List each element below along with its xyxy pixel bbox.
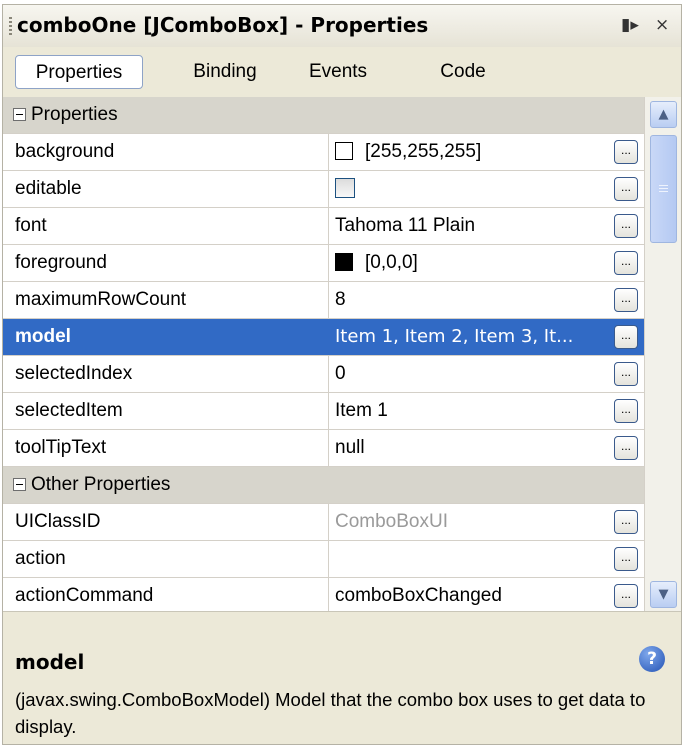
close-icon[interactable]: × (655, 15, 669, 35)
color-swatch-icon (335, 253, 353, 271)
property-value[interactable]: Item 1 (335, 393, 611, 429)
property-row-editable[interactable]: editable ... (3, 171, 644, 208)
description-panel: model ? (javax.swing.ComboBoxModel) Mode… (3, 611, 681, 744)
ellipsis-button[interactable]: ... (614, 584, 638, 608)
property-row-background[interactable]: background [255,255,255] ... (3, 134, 644, 171)
column-divider (328, 356, 329, 392)
ellipsis-button[interactable]: ... (614, 325, 638, 349)
tab-bar: Properties Binding Events Code (3, 47, 681, 98)
property-name: foreground (15, 252, 107, 273)
title-bar: comboOne [JComboBox] - Properties ▮▸ × (3, 5, 681, 48)
property-name: model (15, 326, 71, 347)
property-name: font (15, 215, 47, 236)
color-swatch-icon (335, 142, 353, 160)
property-value[interactable]: Tahoma 11 Plain (335, 208, 611, 244)
ellipsis-button[interactable]: ... (614, 436, 638, 460)
collapse-icon[interactable] (13, 478, 26, 491)
property-name: actionCommand (15, 585, 154, 606)
property-name: maximumRowCount (15, 289, 187, 310)
tab-properties[interactable]: Properties (15, 55, 143, 89)
column-divider (328, 134, 329, 170)
description-text: (javax.swing.ComboBoxModel) Model that t… (15, 689, 646, 737)
property-row-font[interactable]: font Tahoma 11 Plain ... (3, 208, 644, 245)
property-row-selectedindex[interactable]: selectedIndex 0 ... (3, 356, 644, 393)
property-name: toolTipText (15, 437, 107, 458)
ellipsis-button[interactable]: ... (614, 177, 638, 201)
column-divider (328, 171, 329, 207)
tab-code[interactable]: Code (423, 55, 503, 89)
column-divider (328, 430, 329, 466)
category-properties[interactable]: Properties (3, 97, 644, 134)
column-divider (328, 541, 329, 577)
property-name: selectedItem (15, 400, 123, 421)
category-label: Properties (31, 104, 118, 125)
ellipsis-button[interactable]: ... (614, 251, 638, 275)
category-other-properties[interactable]: Other Properties (3, 467, 644, 504)
properties-window: comboOne [JComboBox] - Properties ▮▸ × P… (2, 4, 682, 745)
property-row-tooltiptext[interactable]: toolTipText null ... (3, 430, 644, 467)
column-divider (328, 393, 329, 429)
vertical-scrollbar[interactable]: ▲ ▼ (644, 97, 681, 611)
column-divider (328, 578, 329, 611)
editable-checkbox[interactable] (335, 178, 355, 198)
column-divider (328, 319, 329, 355)
scroll-up-arrow-icon[interactable]: ▲ (650, 101, 677, 128)
property-name: action (15, 548, 66, 569)
property-row-maximumrowcount[interactable]: maximumRowCount 8 ... (3, 282, 644, 319)
property-value[interactable]: Item 1, Item 2, Item 3, It... (335, 319, 611, 355)
column-divider (328, 282, 329, 318)
help-icon[interactable]: ? (639, 646, 665, 672)
property-value[interactable]: null (335, 430, 611, 466)
column-divider (328, 504, 329, 540)
property-value[interactable]: 8 (335, 282, 611, 318)
collapse-icon[interactable] (13, 108, 26, 121)
window-title: comboOne [JComboBox] - Properties (17, 13, 429, 37)
ellipsis-button[interactable]: ... (614, 510, 638, 534)
tab-binding[interactable]: Binding (171, 55, 279, 89)
description-title: model (15, 650, 85, 674)
color-value: [255,255,255] (365, 141, 482, 162)
column-divider (328, 245, 329, 281)
scroll-down-arrow-icon[interactable]: ▼ (650, 581, 677, 608)
ellipsis-button[interactable]: ... (614, 547, 638, 571)
property-value[interactable]: [0,0,0] (335, 245, 611, 281)
property-name: editable (15, 178, 82, 199)
ellipsis-button[interactable]: ... (614, 288, 638, 312)
property-value[interactable]: comboBoxChanged (335, 578, 611, 611)
property-name: background (15, 141, 115, 162)
property-row-model[interactable]: model Item 1, Item 2, Item 3, It... ... (3, 319, 644, 356)
property-row-uiclassid[interactable]: UIClassID ComboBoxUI ... (3, 504, 644, 541)
pin-icon[interactable]: ▮▸ (621, 15, 639, 35)
tab-events[interactable]: Events (293, 55, 383, 89)
property-value[interactable]: [255,255,255] (335, 134, 611, 170)
color-value: [0,0,0] (365, 252, 418, 273)
property-grid: Properties background [255,255,255] ... … (3, 97, 644, 611)
scroll-grip-icon (659, 185, 668, 193)
property-name: selectedIndex (15, 363, 133, 384)
drag-grip-icon[interactable] (9, 17, 12, 35)
property-row-action[interactable]: action ... (3, 541, 644, 578)
ellipsis-button[interactable]: ... (614, 140, 638, 164)
property-row-actioncommand[interactable]: actionCommand comboBoxChanged ... (3, 578, 644, 611)
ellipsis-button[interactable]: ... (614, 399, 638, 423)
category-label: Other Properties (31, 474, 171, 495)
ellipsis-button[interactable]: ... (614, 362, 638, 386)
property-row-selecteditem[interactable]: selectedItem Item 1 ... (3, 393, 644, 430)
property-value: ComboBoxUI (335, 511, 448, 532)
property-value[interactable] (335, 171, 611, 207)
column-divider (328, 208, 329, 244)
property-name: UIClassID (15, 511, 101, 532)
ellipsis-button[interactable]: ... (614, 214, 638, 238)
property-row-foreground[interactable]: foreground [0,0,0] ... (3, 245, 644, 282)
property-value[interactable]: 0 (335, 356, 611, 392)
